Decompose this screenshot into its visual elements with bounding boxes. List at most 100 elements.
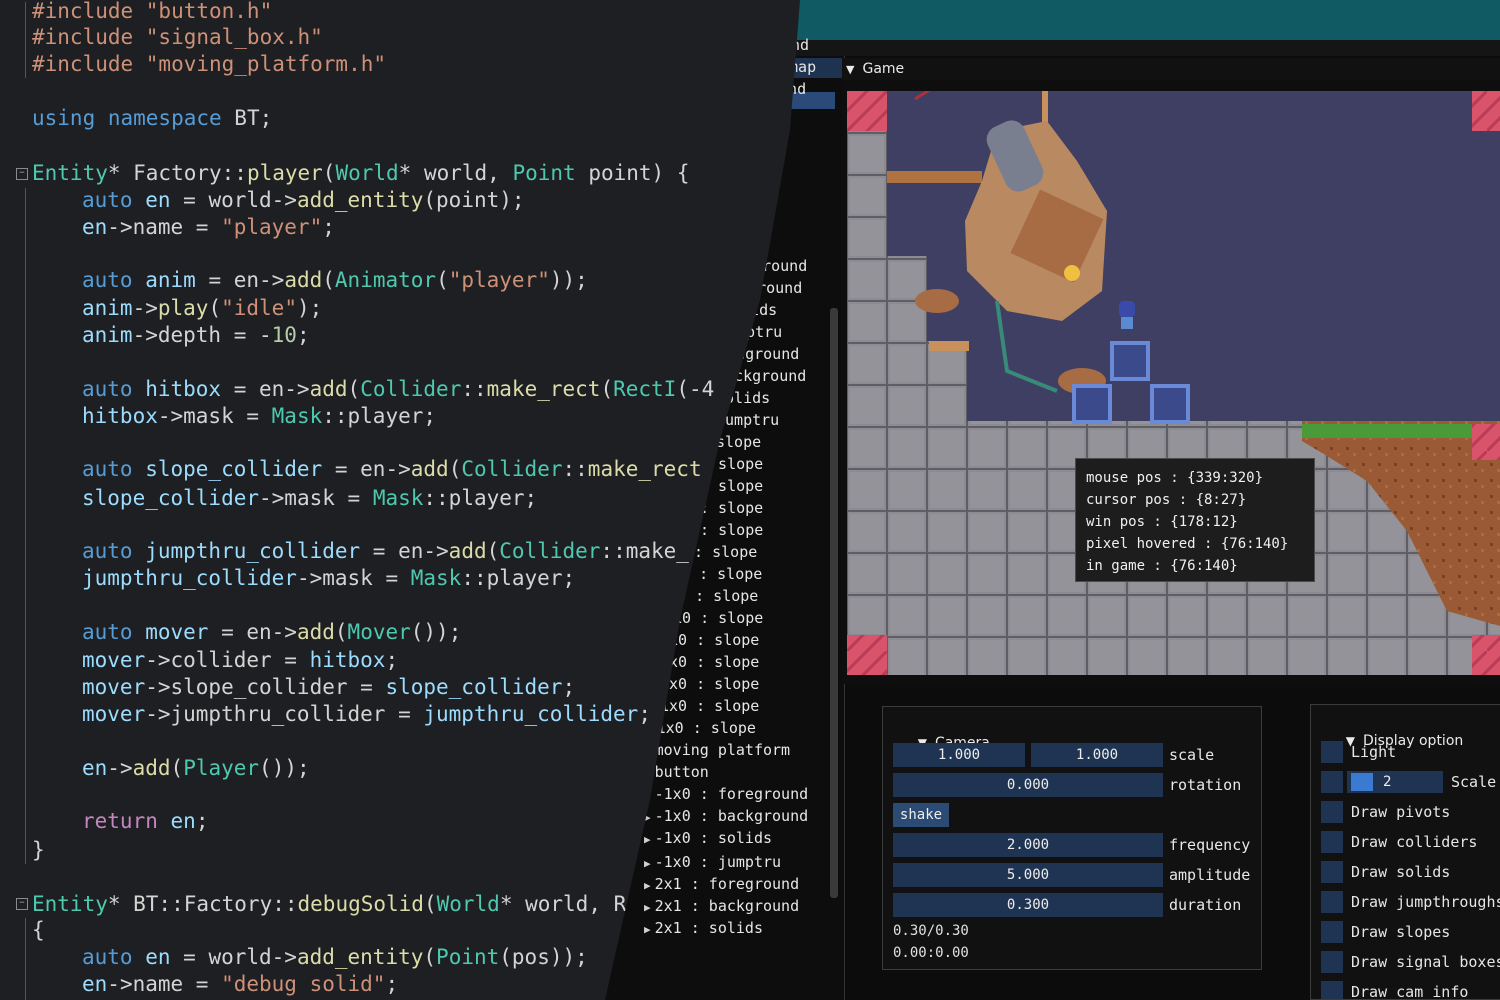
light-option[interactable]: Light — [1321, 741, 1396, 765]
game-panel-title-bar[interactable]: ▼ Game — [842, 58, 1500, 80]
code-token: hitbox — [82, 404, 158, 428]
code-token: hitbox — [309, 648, 386, 672]
wooden-beam — [887, 171, 982, 183]
code-token: add_entity — [296, 945, 424, 969]
entity-list-item[interactable]: ▶-1x0 : foreground — [644, 784, 808, 806]
option-checkbox[interactable] — [1321, 951, 1343, 973]
display-panel-title-bar[interactable]: ▼ Display option — [1311, 705, 1464, 749]
entity-list-item[interactable]: 1x0 : slope — [660, 696, 759, 716]
code-token: mover — [82, 648, 146, 672]
collapse-triangle-icon[interactable]: ▼ — [846, 59, 854, 81]
entity-list-item[interactable]: ▶ 2x1 : solids — [644, 918, 763, 940]
code-token: slope_collider — [385, 675, 563, 699]
entity-list-item[interactable]: ▶ 2x1 : foreground — [644, 874, 799, 896]
code-token: BT; — [234, 106, 273, 130]
entity-name: moving platform — [654, 741, 791, 759]
option-label: Draw signal boxes — [1351, 953, 1500, 971]
code-line: Entity* Factory::player(World* world, Po… — [32, 160, 689, 186]
option-checkbox[interactable] — [1321, 921, 1343, 943]
entity-list-item[interactable]: ▶ -1x0 : background — [644, 806, 808, 828]
expand-triangle-icon[interactable]: ▶ — [644, 879, 651, 892]
entity-list-item[interactable]: ▶ -1x0 : jumptru — [644, 852, 781, 874]
scale-option[interactable]: 2 Scale — [1321, 771, 1496, 795]
expand-triangle-icon[interactable]: ▶ — [644, 833, 651, 846]
code-token: add — [296, 620, 335, 644]
entity-list-item[interactable]: 1x0 : slope — [660, 652, 759, 672]
scale-slider[interactable]: 2 — [1347, 771, 1443, 793]
code-token: Collider — [499, 539, 601, 563]
code-token: ( — [322, 268, 335, 292]
code-token: en — [82, 756, 108, 780]
code-token: RectI — [613, 377, 677, 401]
code-token: Mask — [410, 566, 462, 590]
code-token: auto — [82, 377, 146, 401]
option-label: Draw colliders — [1351, 833, 1478, 851]
code-line: auto en = world->add_entity(point); — [82, 187, 525, 213]
fold-toggle-icon[interactable]: − — [16, 168, 28, 180]
code-token: ); — [296, 296, 323, 320]
scale-x-field[interactable]: 1.000 — [893, 743, 1025, 767]
camera-panel: ▼Camera 1.000 1.000 scale 0.000 rotation… — [882, 706, 1262, 970]
code-token: ->mask = — [157, 404, 272, 428]
code-token: auto — [82, 188, 146, 212]
corner-block — [1472, 424, 1500, 460]
code-token: ( — [436, 268, 449, 292]
code-token: ( — [486, 539, 500, 563]
amplitude-field[interactable]: 5.000 — [893, 863, 1163, 887]
display-option[interactable]: Draw slopes — [1321, 921, 1450, 945]
expand-triangle-icon[interactable]: ▶ — [644, 901, 651, 914]
fold-toggle-icon[interactable]: − — [16, 898, 28, 910]
crate — [1072, 384, 1112, 424]
code-token: auto — [82, 620, 146, 644]
code-token: return — [82, 809, 171, 833]
duration-field[interactable]: 0.300 — [893, 893, 1163, 917]
display-option[interactable]: Draw jumpthroughs — [1321, 891, 1500, 915]
entity-list-item[interactable]: 1x0 : slope — [660, 674, 759, 694]
camera-panel-title-bar[interactable]: ▼Camera — [883, 707, 990, 751]
light-checkbox[interactable] — [1321, 741, 1343, 763]
scale-slider-grab[interactable] — [1351, 773, 1373, 791]
code-token: using namespace — [32, 106, 235, 130]
expand-triangle-icon[interactable]: ▶ — [644, 923, 651, 936]
code-token: ->depth = - — [132, 323, 272, 347]
corner-block — [847, 635, 887, 675]
option-checkbox[interactable] — [1321, 801, 1343, 823]
entity-list-item[interactable]: : slope — [700, 498, 763, 518]
entity-list-item[interactable]: ▶moving platform — [644, 740, 790, 762]
game-viewport[interactable] — [847, 91, 1500, 675]
frequency-field[interactable]: 2.000 — [893, 833, 1163, 857]
code-token: jumpthru_collider — [423, 702, 639, 726]
display-options-panel: ▼ Display option Light 2 Scale Draw pivots… — [1310, 704, 1500, 1000]
code-line: #include "button.h" — [32, 0, 272, 24]
code-token: Point — [512, 161, 576, 185]
display-option[interactable]: Draw pivots — [1321, 801, 1450, 825]
code-line: #include "moving_platform.h" — [32, 51, 386, 77]
option-checkbox[interactable] — [1321, 981, 1343, 999]
option-checkbox[interactable] — [1321, 891, 1343, 913]
display-option[interactable]: Draw signal boxes — [1321, 951, 1500, 975]
code-token: World — [335, 161, 399, 185]
code-token: )); — [549, 268, 588, 292]
option-label: Draw slopes — [1351, 923, 1451, 941]
code-token: = en-> — [221, 377, 310, 401]
wooden-sign — [929, 341, 969, 351]
display-option[interactable]: Draw colliders — [1321, 831, 1477, 855]
code-token: point) { — [575, 161, 690, 185]
code-token: add — [309, 377, 348, 401]
code-line: mover->collider = hitbox; — [82, 647, 398, 673]
code-token: = en-> — [208, 620, 297, 644]
display-option[interactable]: Draw solids — [1321, 861, 1450, 885]
option-checkbox[interactable] — [1321, 831, 1343, 853]
option-checkbox[interactable] — [1321, 861, 1343, 883]
code-token: auto — [82, 457, 146, 481]
entity-list-item[interactable]: ▶ -1x0 : solids — [644, 828, 772, 850]
rotation-field[interactable]: 0.000 — [893, 773, 1163, 797]
scale-checkbox[interactable] — [1321, 771, 1343, 793]
code-token: ->slope_collider = — [145, 675, 386, 699]
entity-list-item[interactable]: ▶ 2x1 : background — [644, 896, 799, 918]
scale-y-field[interactable]: 1.000 — [1031, 743, 1163, 767]
entity-list-item[interactable]: slope — [716, 432, 761, 452]
expand-triangle-icon[interactable]: ▶ — [644, 857, 651, 870]
shake-button[interactable]: shake — [893, 803, 949, 827]
display-option[interactable]: Draw cam info — [1321, 981, 1468, 999]
